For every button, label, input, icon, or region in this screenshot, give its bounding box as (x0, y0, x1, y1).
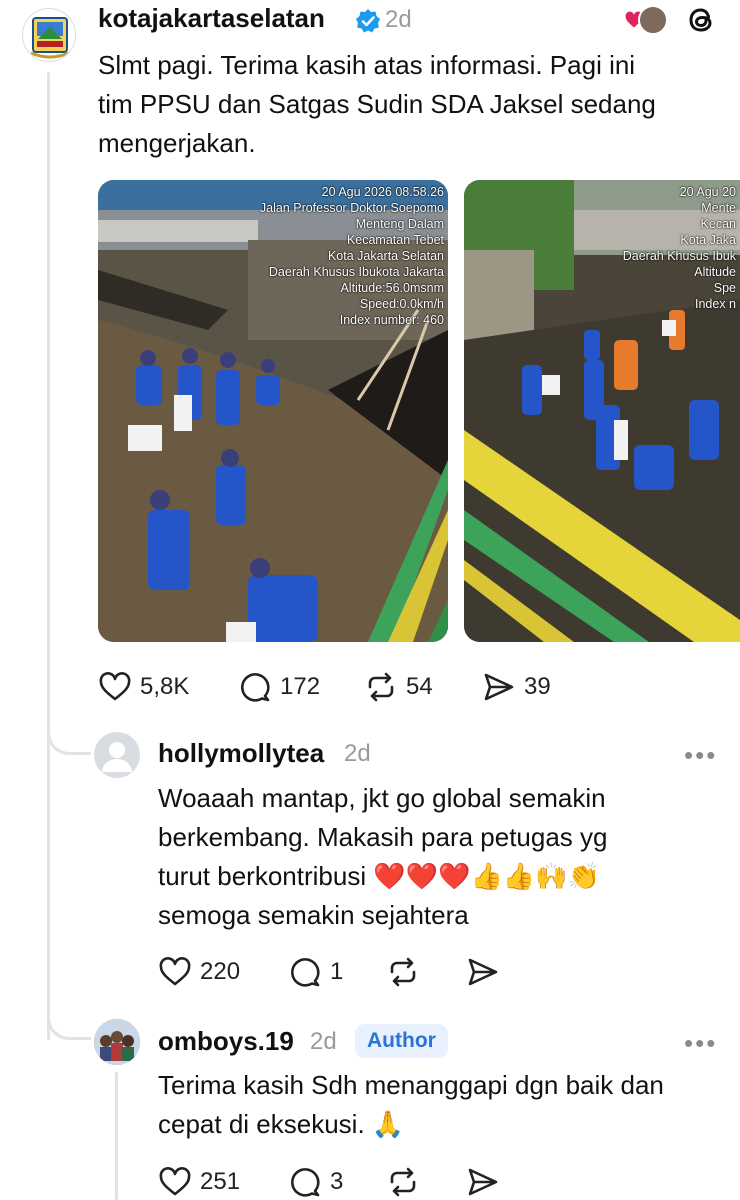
post-text-line: Slmt pagi. Terima kasih atas informasi. … (98, 50, 636, 80)
like-count: 5,8K (140, 673, 190, 700)
stamp-line: Index number: 460 (339, 313, 444, 327)
stamp-line: Index n (694, 297, 736, 311)
family-photo-avatar (94, 1019, 140, 1065)
share-button[interactable] (466, 1165, 500, 1199)
reply-username[interactable]: omboys.19 (158, 1026, 294, 1057)
thread-line (47, 72, 50, 1040)
stamp-line: Altitude:56.0msnm (340, 281, 444, 295)
reply-text-line: Woaaah mantap, jkt go global semakin (158, 783, 606, 813)
threads-logo-icon[interactable] (684, 3, 718, 37)
stamp-line: Daerah Khusus Ibuk (622, 249, 736, 263)
comment-icon (290, 1168, 320, 1197)
heart-icon (99, 672, 131, 701)
comment-count: 3 (330, 1168, 344, 1195)
default-avatar-icon (102, 742, 132, 772)
share-icon (468, 958, 498, 986)
post-username[interactable]: kotajakartaselatan (98, 3, 325, 34)
stamp-line: Kecamatan Tebet (346, 233, 444, 247)
stamp-line: 20 Agu 2026 08.58.26 (321, 185, 444, 199)
like-button[interactable]: 5,8K (98, 670, 189, 704)
thread-connector (47, 715, 91, 755)
stamp-line: Kecan (700, 217, 736, 231)
stamp-line: Kota Jakarta Selatan (327, 249, 444, 263)
reply-text-line: Terima kasih Sdh menanggapi dgn baik dan (158, 1070, 664, 1100)
liker-avatar[interactable] (638, 5, 668, 35)
photo-timestamp-overlay: 20 Agu 2026 08.58.26 Jalan Professor Dok… (260, 184, 444, 328)
comment-icon (240, 673, 270, 702)
comment-button[interactable]: 172 (238, 670, 320, 704)
repost-count: 54 (406, 673, 433, 700)
comment-icon (290, 958, 320, 987)
post-time: 2d (385, 6, 412, 33)
verified-icon (356, 9, 380, 33)
stamp-line: Mente (701, 201, 736, 215)
like-count: 220 (200, 958, 241, 985)
heart-icon (159, 1167, 191, 1196)
share-icon (484, 673, 514, 701)
post-photo[interactable]: 20 Agu 20 Mente Kecan Kota Jaka Daerah K… (464, 180, 740, 642)
reply-text: Terima kasih Sdh menanggapi dgn baik dan… (158, 1066, 664, 1144)
reply-time: 2d (310, 1028, 337, 1055)
repost-icon (390, 1167, 416, 1197)
post-text-line: mengerjakan. (98, 128, 256, 158)
share-button[interactable]: 39 (482, 670, 551, 704)
stamp-line: Kota Jaka (680, 233, 736, 247)
repost-button[interactable] (386, 1165, 420, 1199)
stamp-line: Jalan Professor Doktor Soepomo (259, 201, 444, 215)
post-text-line: tim PPSU dan Satgas Sudin SDA Jaksel sed… (98, 89, 656, 119)
share-button[interactable] (466, 955, 500, 989)
like-count: 251 (200, 1168, 241, 1195)
post-photo[interactable]: 20 Agu 2026 08.58.26 Jalan Professor Dok… (98, 180, 448, 642)
like-button[interactable]: 220 (158, 955, 240, 989)
comment-button[interactable]: 1 (288, 955, 343, 989)
author-badge: Author (355, 1024, 448, 1058)
thread-line (115, 1072, 118, 1200)
like-button[interactable]: 251 (158, 1165, 240, 1199)
reply-time: 2d (344, 740, 371, 767)
repost-icon (390, 957, 416, 987)
thread-connector (47, 1000, 91, 1040)
stamp-line: 20 Agu 20 (679, 185, 736, 199)
repost-icon (368, 672, 394, 702)
reply-username[interactable]: hollymollytea (158, 738, 324, 769)
stamp-line: Altitude (694, 265, 736, 279)
avatar[interactable] (94, 1019, 140, 1065)
share-count: 39 (524, 673, 551, 700)
reply-text-line: cepat di eksekusi. 🙏 (158, 1109, 405, 1139)
more-icon[interactable]: ••• (684, 1028, 717, 1059)
repost-button[interactable]: 54 (364, 670, 433, 704)
stamp-line: Spe (713, 281, 736, 295)
comment-button[interactable]: 3 (288, 1165, 343, 1199)
comment-count: 1 (330, 958, 344, 985)
photo-timestamp-overlay: 20 Agu 20 Mente Kecan Kota Jaka Daerah K… (623, 184, 736, 312)
more-icon[interactable]: ••• (684, 740, 717, 771)
avatar[interactable] (22, 8, 76, 62)
city-crest-logo (30, 17, 70, 59)
share-icon (468, 1168, 498, 1196)
reply-text-line: turut berkontribusi ❤️❤️❤️👍👍🙌👏 (158, 861, 600, 891)
stamp-line: Speed:0.0km/h (359, 297, 444, 311)
comment-count: 172 (280, 673, 321, 700)
reply-text: Woaaah mantap, jkt go global semakin ber… (158, 779, 608, 935)
repost-button[interactable] (386, 955, 420, 989)
reply-text-line: berkembang. Makasih para petugas yg (158, 822, 608, 852)
stamp-line: Menteng Dalam (355, 217, 444, 231)
stamp-line: Daerah Khusus Ibukota Jakarta (268, 265, 444, 279)
avatar[interactable] (94, 732, 140, 778)
reply-text-line: semoga semakin sejahtera (158, 900, 469, 930)
heart-icon (159, 957, 191, 986)
post-text: Slmt pagi. Terima kasih atas informasi. … (98, 46, 656, 163)
